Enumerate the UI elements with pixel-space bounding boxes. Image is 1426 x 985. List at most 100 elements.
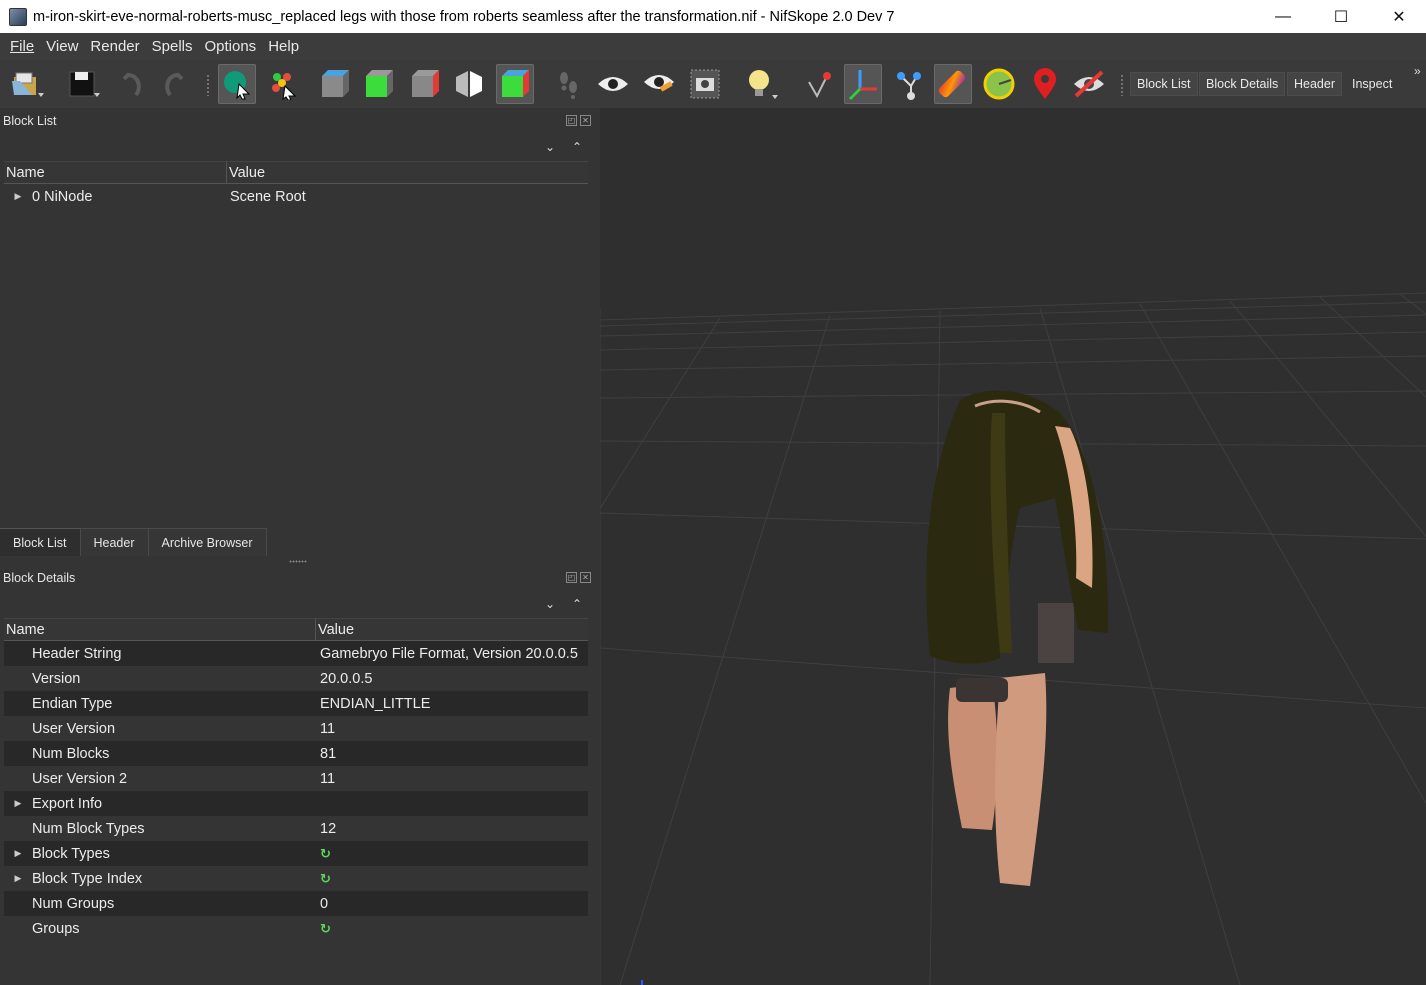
- show-constraints-icon[interactable]: [890, 64, 928, 104]
- view-top-icon[interactable]: [316, 64, 354, 104]
- close-button[interactable]: ✕: [1370, 0, 1426, 33]
- detail-row[interactable]: Num Blocks 81: [4, 741, 588, 766]
- column-header-value[interactable]: Value: [315, 619, 588, 640]
- open-icon[interactable]: [8, 64, 46, 104]
- detail-name: User Version: [32, 720, 116, 737]
- maximize-button[interactable]: ☐: [1312, 0, 1370, 33]
- show-vertex-colors-icon[interactable]: [934, 64, 972, 104]
- view-side-icon[interactable]: [406, 64, 444, 104]
- undo-icon[interactable]: [112, 64, 150, 104]
- menu-help[interactable]: Help: [262, 38, 305, 55]
- block-details-toggle-button[interactable]: Block Details: [1199, 72, 1286, 96]
- detail-row[interactable]: Num Block Types 12: [4, 816, 588, 841]
- header-toggle-button[interactable]: Header: [1287, 72, 1342, 96]
- select-object-icon[interactable]: [218, 64, 256, 104]
- view-user-icon[interactable]: [496, 64, 534, 104]
- detail-value[interactable]: 11: [318, 771, 335, 787]
- detail-value[interactable]: ↻: [318, 846, 331, 862]
- show-markers-icon[interactable]: [640, 64, 678, 104]
- dock-close-icon[interactable]: ✕: [580, 115, 591, 126]
- detail-row[interactable]: Groups ↻: [4, 916, 588, 941]
- detail-value[interactable]: 20.0.0.5: [318, 671, 372, 687]
- detail-row[interactable]: Endian Type ENDIAN_LITTLE: [4, 691, 588, 716]
- detail-value[interactable]: Gamebryo File Format, Version 20.0.0.5: [318, 646, 578, 662]
- column-header-name[interactable]: Name: [4, 619, 315, 640]
- expand-arrow-icon[interactable]: ▶: [4, 191, 32, 202]
- toolbar-overflow-icon[interactable]: »: [1414, 64, 1421, 78]
- save-icon[interactable]: [64, 64, 102, 104]
- refresh-icon[interactable]: ↻: [320, 921, 331, 936]
- inspect-toggle-button[interactable]: Inspect: [1345, 72, 1399, 96]
- float-icon[interactable]: ◰: [566, 572, 577, 583]
- detail-row[interactable]: User Version 2 11: [4, 766, 588, 791]
- tab-block-list[interactable]: Block List: [0, 528, 81, 556]
- block-list-toggle-button[interactable]: Block List: [1130, 72, 1198, 96]
- detail-row[interactable]: Num Groups 0: [4, 891, 588, 916]
- scene-render[interactable]: [600, 108, 1426, 985]
- detail-row[interactable]: Header String Gamebryo File Format, Versi…: [4, 641, 588, 666]
- expand-arrow-icon[interactable]: ▶: [4, 798, 32, 809]
- detail-name: Block Types: [32, 845, 110, 862]
- tree-row[interactable]: ▶ 0 NiNode Scene Root: [4, 184, 588, 209]
- render-viewport[interactable]: [600, 108, 1426, 985]
- detail-value[interactable]: ↻: [318, 921, 331, 937]
- show-axes-icon[interactable]: [800, 64, 838, 104]
- details-rows: Header String Gamebryo File Format, Versi…: [4, 641, 588, 941]
- redo-icon[interactable]: [156, 64, 194, 104]
- toolbar-grip-2[interactable]: [1120, 74, 1124, 96]
- collapse-all-icon[interactable]: ⌄: [545, 597, 555, 611]
- detail-row[interactable]: ▶ Export Info: [4, 791, 588, 816]
- expand-all-icon[interactable]: ⌃: [572, 597, 582, 611]
- hide-markers-icon[interactable]: [1070, 64, 1108, 104]
- detail-row[interactable]: Version 20.0.0.5: [4, 666, 588, 691]
- dock-close-icon[interactable]: ✕: [580, 572, 591, 583]
- tab-header[interactable]: Header: [80, 528, 149, 556]
- detail-row[interactable]: ▶ Block Type Index ↻: [4, 866, 588, 891]
- detail-name: Header String: [32, 645, 122, 662]
- detail-value[interactable]: ↻: [318, 871, 331, 887]
- column-header-name[interactable]: Name: [4, 162, 226, 183]
- detail-value[interactable]: 11: [318, 721, 335, 737]
- minimize-button[interactable]: —: [1254, 0, 1312, 33]
- select-vertex-icon[interactable]: [264, 64, 302, 104]
- float-icon[interactable]: ◰: [566, 115, 577, 126]
- block-list-dock-title: Block List: [3, 114, 57, 128]
- column-header-value[interactable]: Value: [226, 162, 588, 183]
- detail-value[interactable]: 0: [318, 896, 328, 912]
- tab-archive-browser[interactable]: Archive Browser: [148, 528, 267, 556]
- dock-splitter[interactable]: [289, 560, 307, 563]
- detail-value[interactable]: ENDIAN_LITTLE: [318, 696, 430, 712]
- nifskope-app-icon: [9, 7, 27, 26]
- detail-row[interactable]: User Version 11: [4, 716, 588, 741]
- menu-view[interactable]: View: [40, 38, 84, 55]
- expand-all-icon[interactable]: ⌃: [572, 140, 582, 154]
- refresh-icon[interactable]: ↻: [320, 846, 331, 861]
- detail-value[interactable]: 81: [318, 746, 336, 762]
- title-bar: m-iron-skirt-eve-normal-roberts-musc_rep…: [0, 0, 1426, 33]
- show-nodes-icon[interactable]: [844, 64, 882, 104]
- walk-icon[interactable]: [550, 64, 588, 104]
- block-list-header-row: Name Value: [4, 161, 588, 184]
- toolbar-grip[interactable]: [206, 74, 210, 96]
- block-details-tree: Name Value Header String Gamebryo File Fo…: [4, 618, 588, 941]
- view-front-icon[interactable]: [360, 64, 398, 104]
- screenshot-icon[interactable]: [686, 64, 724, 104]
- detail-name: Num Blocks: [32, 745, 110, 762]
- view-flip-icon[interactable]: [450, 64, 488, 104]
- menu-spells[interactable]: Spells: [146, 38, 199, 55]
- menu-file[interactable]: File: [4, 38, 40, 55]
- detail-name: Num Groups: [32, 895, 115, 912]
- collapse-all-icon[interactable]: ⌄: [545, 140, 555, 154]
- menu-options[interactable]: Options: [198, 38, 262, 55]
- expand-arrow-icon[interactable]: ▶: [4, 873, 32, 884]
- refresh-icon[interactable]: ↻: [320, 871, 331, 886]
- expand-arrow-icon[interactable]: ▶: [4, 848, 32, 859]
- detail-name: Endian Type: [32, 695, 113, 712]
- show-havok-icon[interactable]: [980, 64, 1018, 104]
- detail-row[interactable]: ▶ Block Types ↻: [4, 841, 588, 866]
- lighting-icon[interactable]: [742, 64, 780, 104]
- show-hidden-icon[interactable]: [594, 64, 632, 104]
- show-markers-pin-icon[interactable]: [1026, 64, 1064, 104]
- detail-value[interactable]: 12: [318, 821, 336, 837]
- menu-render[interactable]: Render: [84, 38, 145, 55]
